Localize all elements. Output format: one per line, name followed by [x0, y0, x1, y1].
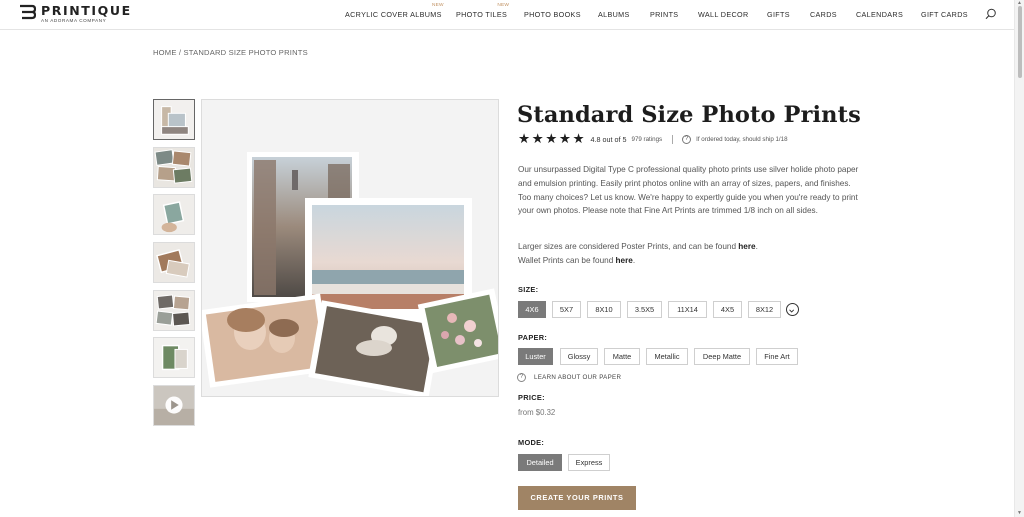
nav-item-cards[interactable]: CARDS	[810, 10, 837, 19]
info-icon[interactable]: ?	[682, 134, 692, 144]
shipping-note: If ordered today, should ship 1/18	[696, 135, 788, 143]
printique-logo-icon	[20, 4, 36, 20]
related-links: Larger sizes are considered Poster Print…	[518, 240, 860, 268]
breadcrumb-separator: /	[176, 48, 184, 57]
nav-item-gift-cards[interactable]: GIFT CARDS	[921, 10, 968, 19]
learn-about-paper-label: LEARN ABOUT OUR PAPER	[534, 374, 622, 381]
scroll-thumb[interactable]	[1018, 6, 1022, 78]
size-option-11x14[interactable]: 11X14	[668, 301, 707, 318]
thumbnail-image	[154, 195, 194, 234]
gallery-thumbnail-5[interactable]	[153, 290, 195, 331]
size-option-4x6[interactable]: 4X6	[518, 301, 546, 318]
price-value: from $0.32	[518, 408, 556, 417]
breadcrumb-home[interactable]: HOME	[153, 48, 177, 57]
wallet-line: Wallet Prints can be found here.	[518, 254, 860, 268]
create-your-prints-button[interactable]: CREATE YOUR PRINTS	[518, 486, 636, 510]
thumbnail-image	[154, 338, 194, 377]
wallet-text: Wallet Prints can be found	[518, 255, 616, 265]
star-icon: ★	[545, 131, 558, 146]
paper-option-luster[interactable]: Luster	[518, 348, 553, 365]
scroll-down-icon[interactable]: ▼	[1017, 510, 1022, 516]
paper-label: PAPER:	[518, 333, 548, 342]
star-rating[interactable]: ★ ★ ★ ★ ★	[518, 132, 585, 146]
rating-count[interactable]: 979 ratings	[632, 136, 663, 143]
star-icon: ★	[572, 131, 585, 146]
nav-label: PHOTO TILES	[456, 10, 508, 19]
more-sizes-button[interactable]	[786, 303, 799, 316]
punctuation: .	[755, 242, 758, 251]
page-scrollbar[interactable]: ▲ ▼	[1014, 0, 1024, 517]
rating-text: 4.8 out of 5	[590, 134, 627, 144]
size-option-8x12[interactable]: 8X12	[748, 301, 781, 318]
thumbnail-image	[154, 291, 194, 330]
divider	[672, 134, 674, 144]
brand-name: PRINTIQUE	[41, 3, 132, 18]
paper-option-metallic[interactable]: Metallic	[646, 348, 688, 365]
paper-option-fine-art[interactable]: Fine Art	[756, 348, 798, 365]
paper-option-glossy[interactable]: Glossy	[560, 348, 598, 365]
nav-item-gifts[interactable]: GIFTS	[767, 10, 790, 19]
nav-label: ACRYLIC COVER ALBUMS	[345, 10, 442, 19]
thumbnail-image	[154, 100, 194, 139]
gallery-thumbnail-1[interactable]	[153, 99, 195, 140]
brand-logo[interactable]: PRINTIQUE AN ADORAMA COMPANY	[18, 4, 132, 24]
punctuation: .	[632, 255, 636, 265]
product-photo	[202, 100, 498, 396]
size-option-8x10[interactable]: 8X10	[587, 301, 621, 318]
paper-option-deep-matte[interactable]: Deep Matte	[694, 348, 750, 365]
price-label: PRICE:	[518, 393, 545, 402]
poster-line: Larger sizes are considered Poster Print…	[518, 240, 860, 254]
new-badge: NEW	[497, 3, 510, 8]
size-option-5x7[interactable]: 5X7	[552, 301, 581, 318]
poster-prints-link[interactable]: here	[738, 242, 755, 251]
breadcrumb-current: STANDARD SIZE PHOTO PRINTS	[183, 48, 308, 57]
nav-item-photo-tiles[interactable]: PHOTO TILES NEW	[456, 3, 509, 19]
nav-item-calendars[interactable]: CALENDARS	[856, 10, 903, 19]
main-product-image[interactable]	[201, 99, 499, 397]
chevron-down-icon	[789, 309, 795, 313]
site-header: PRINTIQUE AN ADORAMA COMPANY ACRYLIC COV…	[0, 0, 1024, 30]
gallery-thumbnail-video[interactable]	[153, 385, 195, 426]
nav-item-albums[interactable]: ALBUMS	[598, 10, 630, 19]
wallet-prints-link[interactable]: here	[616, 256, 633, 265]
nav-item-acrylic-cover-albums[interactable]: ACRYLIC COVER ALBUMS NEW	[345, 3, 444, 19]
search-icon[interactable]	[985, 8, 997, 20]
gallery-thumbnail-3[interactable]	[153, 194, 195, 235]
nav-item-photo-books[interactable]: PHOTO BOOKS	[524, 10, 581, 19]
rating-row: ★ ★ ★ ★ ★ 4.8 out of 5 979 ratings ? If …	[518, 132, 788, 146]
star-icon: ★	[518, 131, 531, 146]
gallery-thumbnail-4[interactable]	[153, 242, 195, 283]
star-icon: ★	[531, 131, 544, 146]
poster-text: Larger sizes are considered Poster Print…	[518, 242, 739, 251]
star-icon: ★	[558, 131, 571, 146]
size-option-3-5x5[interactable]: 3.5X5	[627, 301, 662, 318]
thumbnail-image	[154, 243, 194, 282]
nav-item-wall-decor[interactable]: WALL DECOR	[698, 10, 749, 19]
brand-tagline: AN ADORAMA COMPANY	[41, 18, 107, 23]
gallery-thumbnail-6[interactable]	[153, 337, 195, 378]
gallery-thumbnail-2[interactable]	[153, 147, 195, 188]
paper-option-matte[interactable]: Matte	[604, 348, 640, 365]
product-description: Our unsurpassed Digital Type C professio…	[518, 165, 859, 216]
breadcrumb: HOME / STANDARD SIZE PHOTO PRINTS	[153, 48, 308, 57]
size-label: SIZE:	[518, 285, 539, 294]
size-option-4x5[interactable]: 4X5	[713, 301, 742, 318]
nav-item-prints[interactable]: PRINTS	[650, 10, 678, 19]
mode-option-detailed[interactable]: Detailed	[518, 454, 562, 471]
mode-label: MODE:	[518, 438, 545, 447]
thumbnail-image	[154, 148, 194, 187]
learn-about-paper-link[interactable]: ? LEARN ABOUT OUR PAPER	[517, 373, 621, 382]
video-thumbnail-image	[154, 386, 194, 425]
mode-option-express[interactable]: Express	[568, 454, 610, 471]
product-title: Standard Size Photo Prints	[517, 102, 861, 128]
new-badge: NEW	[431, 3, 444, 8]
help-icon: ?	[517, 373, 526, 382]
